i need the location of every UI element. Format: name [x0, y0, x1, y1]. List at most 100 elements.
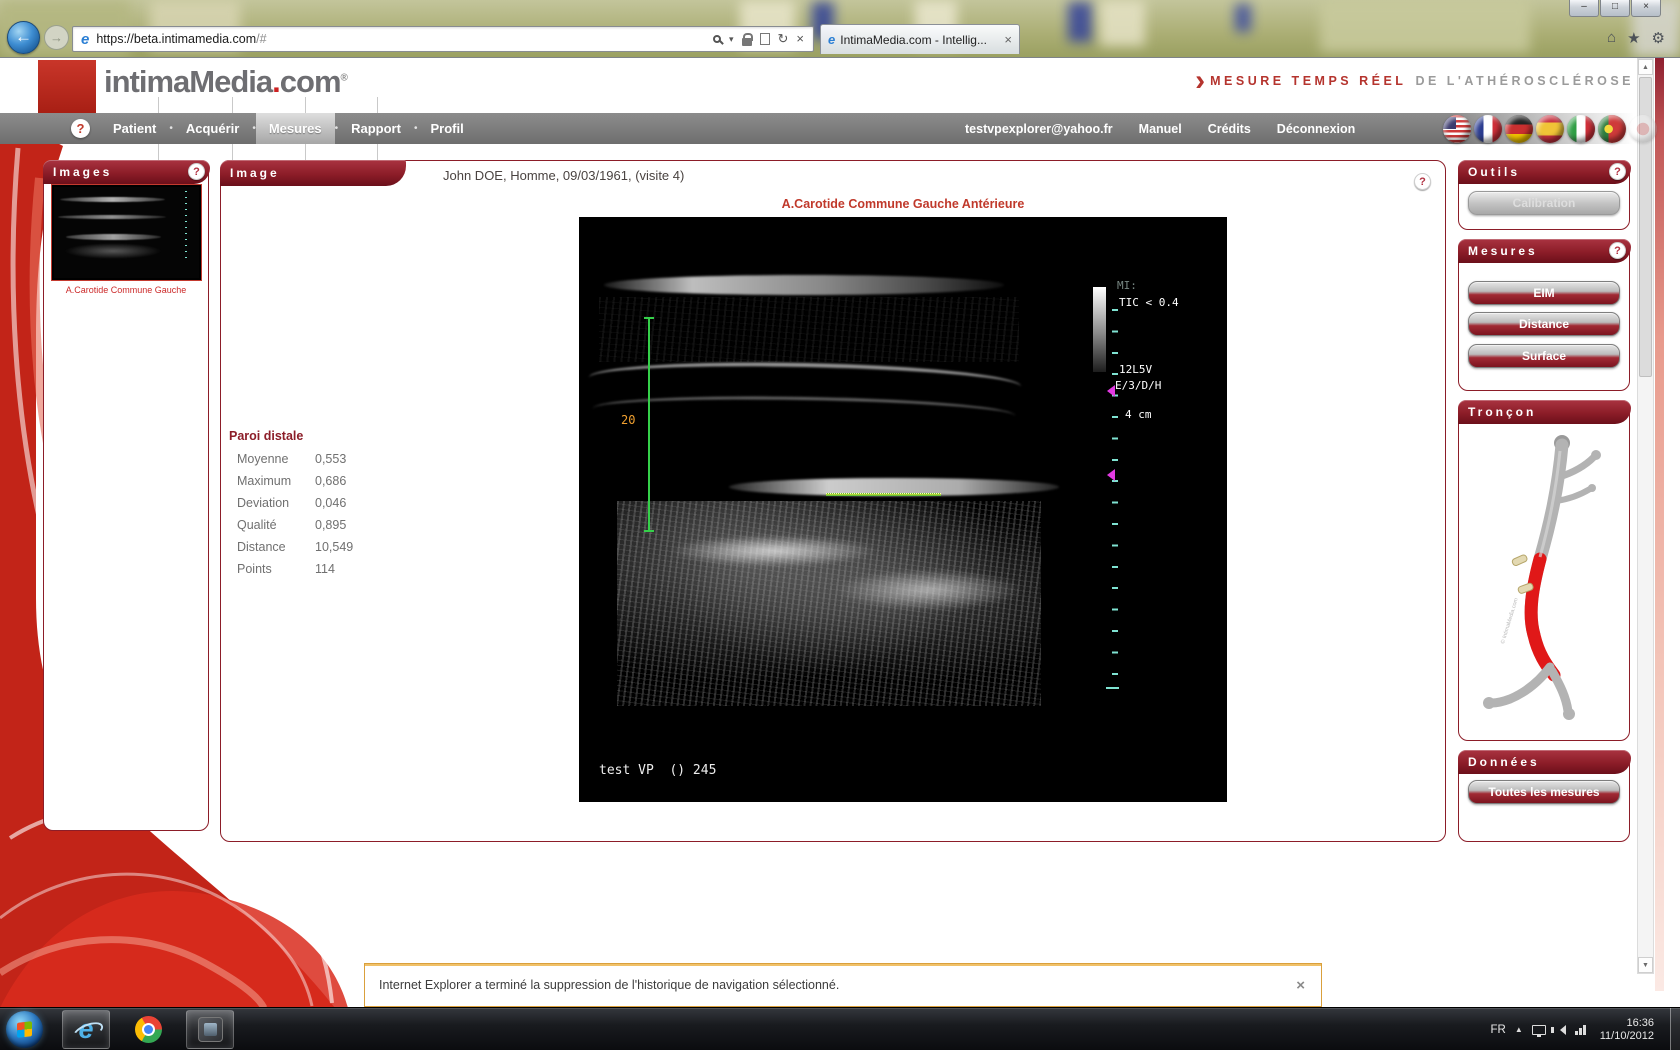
thumb-ruler [185, 191, 187, 263]
grayscale-bar [1093, 287, 1106, 372]
date: 11/10/2012 [1600, 1030, 1654, 1042]
stop-icon[interactable]: × [796, 33, 804, 45]
tools-gear-icon[interactable]: ⚙ [1652, 29, 1665, 47]
nav-item-mesures[interactable]: Mesures [256, 113, 335, 144]
tagline-chevron-icon: › [1195, 70, 1205, 92]
all-measures-button[interactable]: Toutes les mesures [1468, 780, 1620, 804]
scrollbar-down-icon[interactable]: ▼ [1638, 957, 1653, 973]
search-dropdown-icon[interactable]: ▾ [729, 34, 734, 45]
nav-help-icon[interactable]: ? [71, 119, 90, 138]
distance-button[interactable]: Distance [1468, 312, 1620, 336]
flag-it-icon[interactable] [1567, 115, 1595, 143]
table-row: Moyenne0,553 [237, 452, 439, 466]
url-text[interactable]: https://beta.intimamedia.com/# [96, 32, 266, 46]
search-icon[interactable] [713, 35, 721, 43]
focus-marker-icon [1107, 469, 1115, 481]
calibration-button[interactable]: Calibration [1468, 191, 1620, 215]
notification-close-icon[interactable]: × [1296, 977, 1305, 994]
depth-ruler-cm-tick [1106, 687, 1119, 689]
flag-fr-icon[interactable] [1474, 115, 1502, 143]
flag-es-icon[interactable] [1536, 115, 1564, 143]
image-thumbnail[interactable] [51, 184, 202, 281]
close-window-button[interactable]: × [1631, 0, 1661, 17]
ultrasound-near-wall [604, 275, 1004, 295]
data-panel-header: Données [1458, 750, 1631, 774]
vertical-scrollbar[interactable]: ▲ ▼ [1637, 58, 1654, 974]
patient-info: John DOE, Homme, 09/03/1961, (visite 4) [443, 168, 684, 183]
measures-panel-header: Mesures ? [1458, 239, 1631, 263]
flag-us-icon[interactable] [1443, 115, 1471, 143]
surface-button[interactable]: Surface [1468, 344, 1620, 368]
depth-ruler-ticks [1112, 309, 1118, 690]
flag-pt-icon[interactable] [1598, 115, 1626, 143]
tools-help-icon[interactable]: ? [1609, 163, 1626, 180]
nav-menu: Patient • Acquérir • Mesures • Rapport •… [100, 113, 477, 144]
nav-divider [377, 97, 378, 113]
volume-tray-icon[interactable] [1555, 1025, 1566, 1035]
browser-tab[interactable]: e IntimaMedia.com - Intellig... × [820, 24, 1020, 54]
restore-button[interactable]: □ [1600, 0, 1630, 17]
home-icon[interactable]: ⌂ [1607, 29, 1616, 47]
scrollbar-up-icon[interactable]: ▲ [1638, 59, 1653, 75]
tray-expand-icon[interactable]: ▲ [1515, 1025, 1523, 1034]
display-tray-icon[interactable] [1532, 1025, 1546, 1035]
green-caliper-ruler [648, 317, 650, 532]
wallpaper-blob [1320, 0, 1530, 52]
taskbar-chrome-button[interactable] [124, 1010, 172, 1049]
time: 16:36 [1626, 1017, 1654, 1029]
start-button[interactable] [6, 1011, 43, 1048]
compatibility-view-icon[interactable] [760, 33, 770, 45]
chrome-icon [135, 1016, 162, 1043]
artery-copyright: © IntimaMedia.com [1499, 597, 1520, 645]
minimize-button[interactable]: – [1569, 0, 1599, 17]
site-tagline: › MESURE TEMPS RÉEL DE L'ATHÉROSCLÉROSE [1195, 70, 1634, 92]
back-button[interactable]: ← [7, 21, 40, 54]
address-bar[interactable]: e https://beta.intimamedia.com/# ▾ ↻ × [72, 26, 814, 52]
thumb-band [66, 234, 161, 240]
image-panel-help-icon[interactable]: ? [1414, 173, 1431, 190]
tab-title: IntimaMedia.com - Intellig... [840, 33, 1000, 47]
notification-bar: Internet Explorer a terminé la suppressi… [364, 963, 1322, 1007]
system-tray: FR ▲ 16:36 11/10/2012 [1490, 1008, 1680, 1050]
measures-help-icon[interactable]: ? [1609, 242, 1626, 259]
image-title: A.Carotide Commune Gauche Antérieure [579, 197, 1227, 211]
flag-jp-icon[interactable] [1629, 115, 1657, 143]
thumbnail-image [54, 187, 199, 278]
forward-button[interactable]: → [44, 25, 69, 50]
nav-item-rapport[interactable]: Rapport [338, 113, 414, 144]
nav-item-patient[interactable]: Patient [100, 113, 169, 144]
eim-button[interactable]: EIM [1468, 281, 1620, 305]
images-help-icon[interactable]: ? [188, 163, 205, 180]
depth-label: 4 cm [1125, 408, 1152, 421]
refresh-icon[interactable]: ↻ [778, 33, 789, 45]
focus-marker-icon [1107, 385, 1115, 397]
taskbar-ie-button[interactable]: e [62, 1010, 110, 1049]
nav-divider [158, 97, 159, 113]
favorites-star-icon[interactable]: ★ [1627, 29, 1640, 47]
nav-item-profil[interactable]: Profil [417, 113, 476, 144]
site-logo[interactable]: intimaMedia.com® [104, 64, 348, 100]
ultrasound-image[interactable]: 20 MI: TIC < 0.4 12L5V E/3/D/H 4 cm test… [579, 217, 1227, 802]
measurement-results: Paroi distale Moyenne0,553 Maximum0,686 … [229, 429, 439, 584]
artery-diagram[interactable]: © IntimaMedia.com [1464, 429, 1626, 729]
taskbar-app-button[interactable] [186, 1010, 234, 1049]
language-indicator[interactable]: FR [1490, 1024, 1505, 1036]
security-lock-icon[interactable] [742, 38, 752, 46]
user-email: testvpexplorer@yahoo.fr [965, 122, 1113, 136]
troncon-panel: Tronçon © IntimaMedia.com [1458, 400, 1630, 741]
nav-link-deconnexion[interactable]: Déconnexion [1277, 122, 1356, 136]
show-desktop-button[interactable] [1670, 1008, 1680, 1050]
eim-measurement-line [826, 493, 941, 496]
flag-de-icon[interactable] [1505, 115, 1533, 143]
nav-item-acquerir[interactable]: Acquérir [173, 113, 252, 144]
nav-link-credits[interactable]: Crédits [1208, 122, 1251, 136]
nav-link-manuel[interactable]: Manuel [1139, 122, 1182, 136]
taskbar-clock[interactable]: 16:36 11/10/2012 [1600, 1017, 1654, 1043]
ultrasound-speckle [599, 297, 1019, 362]
thumb-band [60, 197, 165, 202]
network-tray-icon[interactable] [1575, 1025, 1586, 1035]
tab-close-icon[interactable]: × [1004, 32, 1012, 47]
address-bar-icons: ▾ ↻ × [713, 33, 813, 46]
nav-right-links: testvpexplorer@yahoo.fr Manuel Crédits D… [965, 113, 1355, 144]
tools-panel: Outils ? Calibration [1458, 160, 1630, 230]
